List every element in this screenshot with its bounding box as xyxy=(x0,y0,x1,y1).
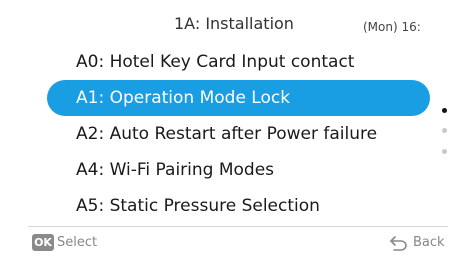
page-dot-active xyxy=(442,108,447,113)
select-hint-label: Select xyxy=(57,235,98,250)
page-dot xyxy=(442,149,447,154)
menu-item-label: A1: Operation Mode Lock xyxy=(76,88,291,108)
menu-item-a5[interactable]: A5: Static Pressure Selection xyxy=(0,188,440,224)
clock-display: (Mon) 16: xyxy=(363,20,421,34)
footer-divider xyxy=(28,226,448,227)
ok-button-icon[interactable]: OK xyxy=(32,234,54,251)
menu-item-label: A2: Auto Restart after Power failure xyxy=(76,124,378,144)
menu-item-label: A0: Hotel Key Card Input contact xyxy=(76,52,355,72)
installation-menu-screen: 1A: Installation (Mon) 16: A0: Hotel Key… xyxy=(0,0,466,260)
menu-item-label: A4: Wi-Fi Pairing Modes xyxy=(76,160,275,180)
menu-item-a4[interactable]: A4: Wi-Fi Pairing Modes xyxy=(0,152,440,188)
menu-item-label: A5: Static Pressure Selection xyxy=(76,196,320,216)
menu-item-a1[interactable]: A1: Operation Mode Lock xyxy=(0,80,440,116)
screen-title: 1A: Installation xyxy=(174,14,294,33)
page-indicator xyxy=(440,108,450,158)
menu-item-a2[interactable]: A2: Auto Restart after Power failure xyxy=(0,116,440,152)
footer: OK Select Back xyxy=(0,232,466,256)
header: 1A: Installation (Mon) 16: xyxy=(0,0,466,44)
menu-item-a0[interactable]: A0: Hotel Key Card Input contact xyxy=(0,44,440,80)
back-hint-label: Back xyxy=(413,235,445,250)
return-arrow-icon xyxy=(390,236,407,251)
page-dot xyxy=(442,128,447,133)
